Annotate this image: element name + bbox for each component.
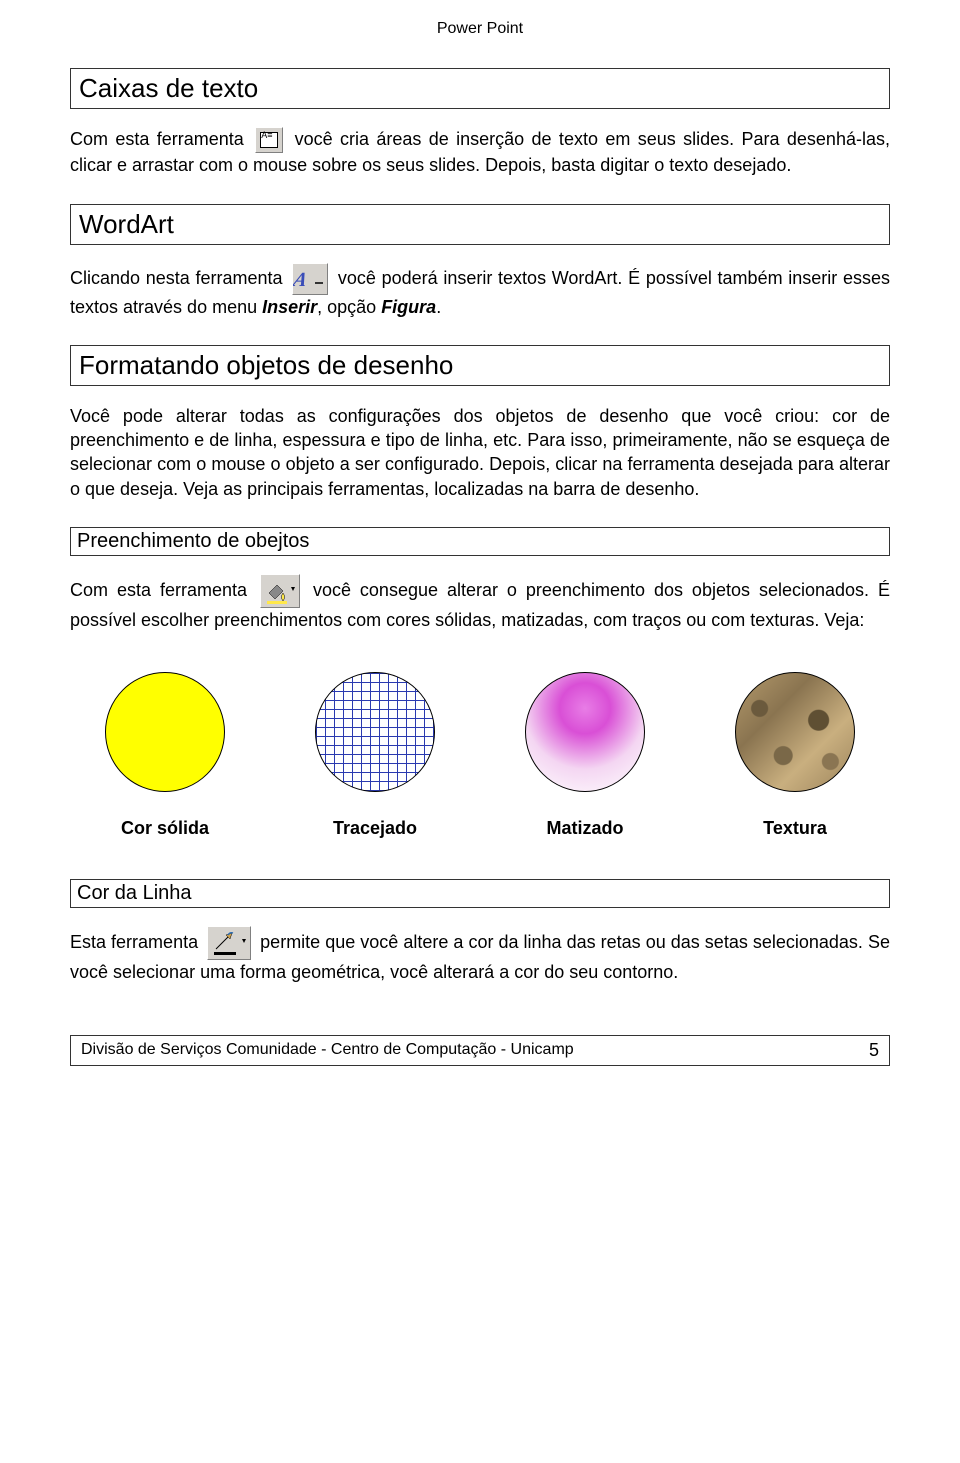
para-wordart: Clicando nesta ferramenta A você poderá … <box>70 263 890 319</box>
doc-header: Power Point <box>70 20 890 38</box>
wordart-icon: A <box>292 263 328 295</box>
fill-color-icon <box>260 574 300 608</box>
circle-gradient-icon <box>525 672 645 792</box>
fill-samples-row: Cor sólida Tracejado Matizado Textura <box>70 672 890 839</box>
para-preenchimento: Com esta ferramenta você consegue altera… <box>70 574 890 632</box>
circle-solid-icon <box>105 672 225 792</box>
line-color-icon <box>207 926 251 960</box>
para-formatando: Você pode alterar todas as configurações… <box>70 404 890 501</box>
sample-solid: Cor sólida <box>80 672 250 839</box>
opt-figura: Figura <box>381 297 436 317</box>
heading-corlinha: Cor da Linha <box>70 879 890 908</box>
heading-wordart: WordArt <box>70 204 890 245</box>
heading-formatando: Formatando objetos de desenho <box>70 345 890 386</box>
footer-text: Divisão de Serviços Comunidade - Centro … <box>81 1041 574 1059</box>
para-caixas: Com esta ferramenta você cria áreas de i… <box>70 127 890 178</box>
footer: Divisão de Serviços Comunidade - Centro … <box>70 1035 890 1066</box>
textbox-icon <box>255 127 283 153</box>
doc-title: Power Point <box>437 20 523 37</box>
sample-grad: Matizado <box>500 672 670 839</box>
menu-inserir: Inserir <box>262 297 317 317</box>
sample-hatch: Tracejado <box>290 672 460 839</box>
circle-texture-icon <box>735 672 855 792</box>
sample-tex: Textura <box>710 672 880 839</box>
heading-preenchimento: Preenchimento de obejtos <box>70 527 890 556</box>
circle-hatch-icon <box>315 672 435 792</box>
para-corlinha: Esta ferramenta permite que você altere … <box>70 926 890 984</box>
page-number: 5 <box>869 1040 879 1061</box>
heading-caixas: Caixas de texto <box>70 68 890 109</box>
